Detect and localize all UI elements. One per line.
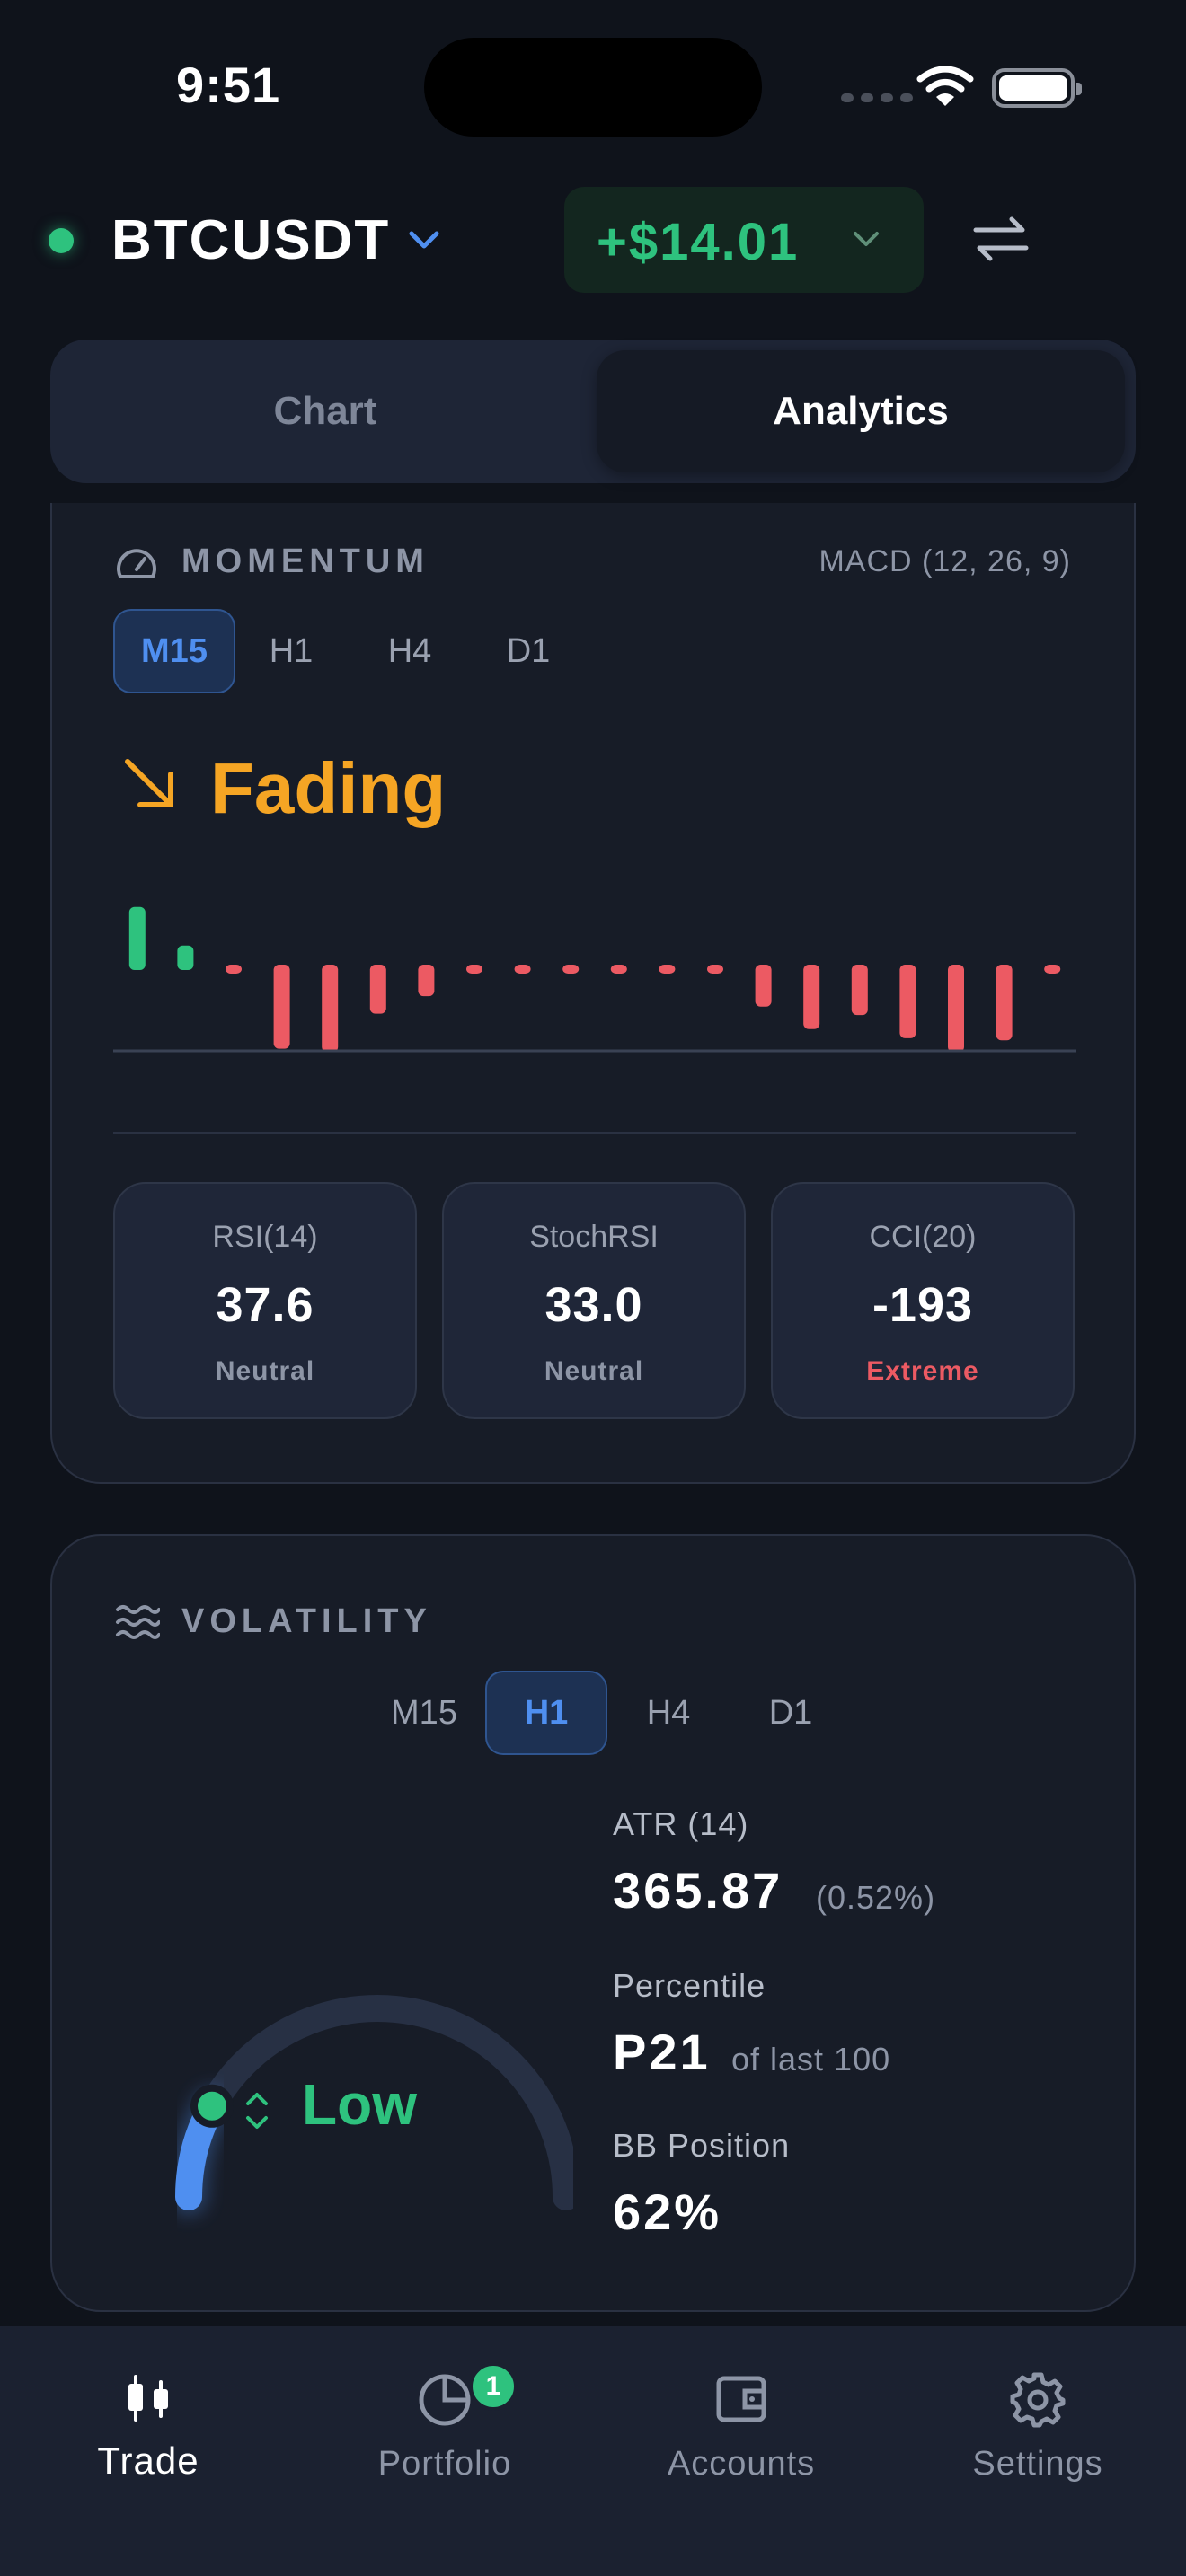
- volatility-timeframes: M15 H1 H4 D1: [363, 1671, 852, 1755]
- stat-label: CCI(20): [869, 1220, 977, 1254]
- momentum-timeframes: M15 H1 H4 D1: [113, 609, 584, 693]
- stat-rsi: RSI(14) 37.6 Neutral: [113, 1182, 417, 1419]
- histogram-bar: [322, 965, 339, 1053]
- stat-value: 37.6: [216, 1278, 314, 1332]
- percentile-label: Percentile: [613, 1967, 766, 2004]
- cellular-signal-icon: [841, 93, 913, 102]
- histogram-bar: [707, 965, 723, 974]
- pnl-button[interactable]: +$14.01: [564, 187, 924, 293]
- histogram-bar: [466, 965, 482, 974]
- battery-icon: [992, 68, 1082, 108]
- stat-status: Extreme: [866, 1356, 979, 1386]
- histogram-bar: [803, 965, 820, 1029]
- tab-portfolio[interactable]: 1 Portfolio: [296, 2353, 593, 2515]
- percentile-sub: of last 100: [731, 2041, 891, 2078]
- tab-chart[interactable]: Chart: [61, 350, 589, 472]
- tab-label: Accounts: [667, 2445, 816, 2483]
- candlestick-icon: [128, 2375, 168, 2422]
- volatility-title: VOLATILITY: [181, 1602, 432, 1640]
- macd-params: MACD (12, 26, 9): [819, 544, 1071, 578]
- status-bar: 9:51: [0, 0, 1186, 171]
- atr-percent: (0.52%): [816, 1879, 936, 1916]
- stat-status: Neutral: [544, 1356, 644, 1386]
- histogram-bar: [226, 965, 242, 974]
- symbol-selector[interactable]: BTCUSDT: [111, 208, 390, 272]
- timeframe-d1[interactable]: D1: [473, 609, 584, 693]
- histogram-bar: [562, 965, 580, 974]
- stat-value: 33.0: [544, 1278, 643, 1332]
- histogram-bar: [514, 965, 531, 974]
- trend-down-arrow-icon: [125, 759, 173, 807]
- histogram-bar: [418, 965, 435, 997]
- dynamic-island: [424, 38, 762, 137]
- gear-icon: [1010, 2372, 1066, 2428]
- tab-label: Portfolio: [377, 2445, 512, 2483]
- timeframe-m15[interactable]: M15: [113, 609, 235, 693]
- tab-label: Trade: [97, 2439, 199, 2482]
- speedometer-icon: [117, 549, 156, 578]
- macd-histogram: [113, 906, 1076, 1053]
- histogram-bar: [1044, 965, 1061, 974]
- timeframe-h1[interactable]: H1: [235, 609, 347, 693]
- tab-label: Settings: [972, 2445, 1103, 2483]
- timeframe-m15[interactable]: M15: [363, 1671, 485, 1755]
- stat-status: Neutral: [215, 1356, 315, 1386]
- timeframe-h4[interactable]: H4: [347, 609, 473, 693]
- wifi-icon: [916, 66, 974, 106]
- tab-trade[interactable]: Trade: [0, 2353, 296, 2515]
- momentum-card: MOMENTUM MACD (12, 26, 9) M15 H1 H4 D1 F…: [50, 503, 1136, 1484]
- momentum-trend: Fading: [210, 748, 447, 828]
- stat-cci: CCI(20) -193 Extreme: [771, 1182, 1075, 1419]
- timeframe-h1[interactable]: H1: [485, 1671, 607, 1755]
- pnl-value: +$14.01: [597, 213, 800, 271]
- atr-value: 365.87: [613, 1862, 783, 1919]
- histogram-bar: [610, 965, 627, 974]
- chevron-down-icon: [854, 232, 879, 246]
- swap-icon[interactable]: [972, 216, 1030, 262]
- histogram-bar: [996, 965, 1013, 1041]
- wallet-icon: [716, 2376, 766, 2422]
- stat-value: -193: [872, 1278, 974, 1332]
- atr-label: ATR (14): [613, 1805, 749, 1842]
- histogram-bar: [659, 965, 676, 974]
- histogram-bar: [369, 965, 386, 1014]
- histogram-bar: [948, 965, 964, 1053]
- bb-value: 62%: [613, 2183, 722, 2240]
- live-status-dot: [49, 228, 74, 253]
- portfolio-badge: 1: [469, 2362, 518, 2411]
- timeframe-h4[interactable]: H4: [607, 1671, 730, 1755]
- bb-label: BB Position: [613, 2127, 791, 2164]
- gauge-knob: [198, 2091, 226, 2121]
- tab-accounts[interactable]: Accounts: [593, 2353, 890, 2515]
- view-switcher: Chart Analytics: [50, 340, 1136, 483]
- tab-bar: Trade 1 Portfolio Accounts Settings: [0, 2326, 1186, 2576]
- status-time: 9:51: [176, 57, 281, 113]
- stat-label: RSI(14): [212, 1220, 318, 1254]
- stat-label: StochRSI: [529, 1220, 659, 1254]
- histogram-bar: [128, 906, 146, 970]
- histogram-bar: [273, 965, 290, 1049]
- chevron-down-icon[interactable]: [406, 228, 442, 253]
- histogram-bar: [755, 965, 772, 1007]
- stat-stochrsi: StochRSI 33.0 Neutral: [442, 1182, 746, 1419]
- histogram-bar: [899, 965, 916, 1038]
- timeframe-d1[interactable]: D1: [730, 1671, 852, 1755]
- tab-settings[interactable]: Settings: [890, 2353, 1186, 2515]
- histogram-bar: [851, 965, 868, 1016]
- momentum-title: MOMENTUM: [181, 543, 429, 580]
- volatility-card: VOLATILITY M15 H1 H4 D1 Low ATR (14) 365…: [50, 1534, 1136, 2312]
- pie-chart-icon: [419, 2374, 471, 2426]
- expand-vertical-icon: [246, 2093, 268, 2129]
- percentile-value: P21: [613, 2024, 711, 2080]
- histogram-bar: [177, 945, 194, 970]
- volatility-level: Low: [302, 2072, 417, 2137]
- tab-analytics[interactable]: Analytics: [597, 350, 1125, 472]
- waves-icon: [116, 1605, 160, 1639]
- divider: [113, 1132, 1076, 1134]
